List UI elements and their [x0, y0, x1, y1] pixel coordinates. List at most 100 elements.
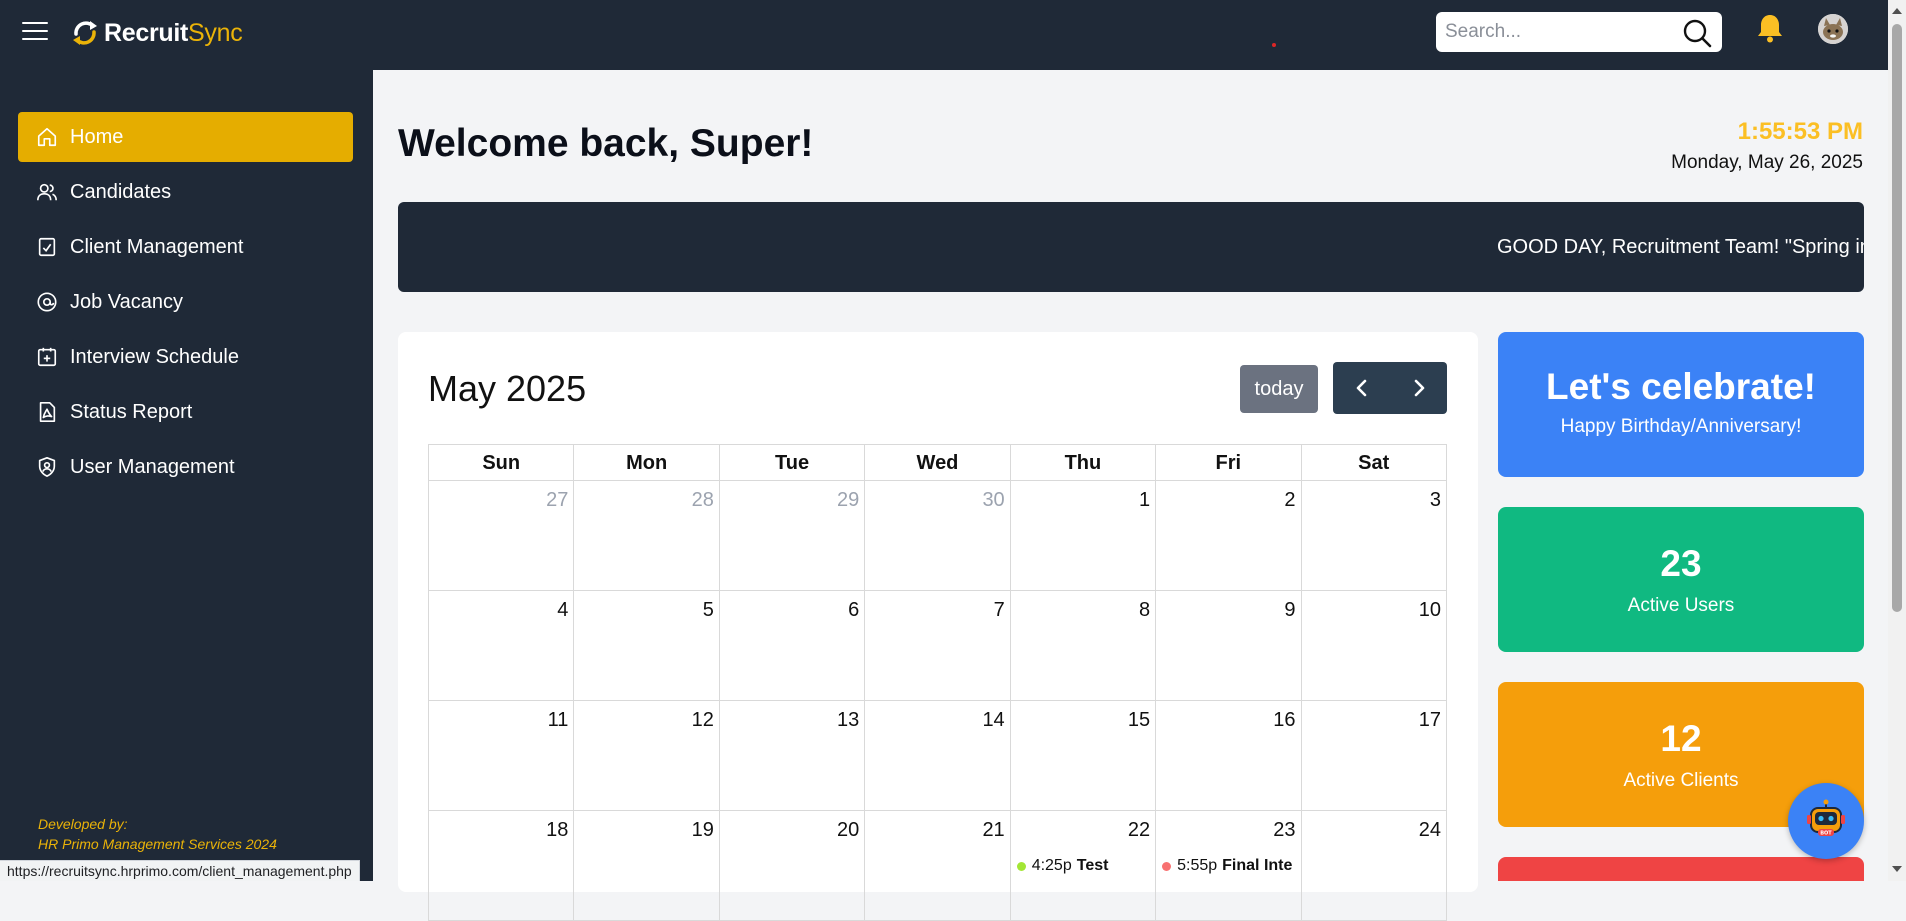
chevron-left-icon — [1356, 379, 1366, 397]
file-report-icon — [39, 402, 56, 422]
sidebar-item-home[interactable]: Home — [18, 112, 353, 162]
day-cell[interactable]: 15 — [1010, 701, 1157, 811]
weekday-header: Thu — [1010, 445, 1157, 481]
logo-text-light: Sync — [188, 18, 243, 47]
day-cell[interactable]: 18 — [429, 811, 575, 921]
day-number[interactable]: 2 — [1284, 489, 1295, 512]
day-cell[interactable]: 4 — [429, 591, 575, 701]
sidebar-item-label: Candidates — [70, 180, 172, 203]
day-number[interactable]: 9 — [1284, 599, 1295, 622]
day-cell[interactable]: 30 — [865, 481, 1011, 591]
scrollbar-thumb[interactable] — [1892, 24, 1902, 612]
day-cell[interactable]: 23 5:55p Final Inte — [1156, 811, 1302, 921]
day-cell[interactable]: 28 — [574, 481, 720, 591]
sidebar-item-user-management[interactable]: User Management — [18, 442, 353, 492]
robot-icon: BOT — [1807, 799, 1845, 837]
sidebar-item-job-vacancy[interactable]: Job Vacancy — [18, 277, 353, 327]
day-cell[interactable]: 17 — [1301, 701, 1447, 811]
day-number[interactable]: 22 — [1128, 819, 1150, 842]
chevron-right-icon — [1414, 379, 1424, 397]
day-number[interactable]: 15 — [1128, 709, 1150, 732]
day-cell[interactable]: 5 — [574, 591, 720, 701]
day-cell[interactable]: 27 — [429, 481, 575, 591]
day-cell[interactable]: 20 — [719, 811, 866, 921]
day-number[interactable]: 27 — [546, 489, 568, 512]
event-time: 4:25p — [1031, 857, 1072, 874]
day-cell[interactable]: 2 — [1156, 481, 1302, 591]
day-number[interactable]: 1 — [1139, 489, 1150, 512]
day-cell[interactable]: 3 — [1301, 481, 1447, 591]
active-users-count: 23 — [1660, 543, 1702, 584]
app-logo[interactable]: Recruit Sync — [70, 18, 243, 48]
day-number[interactable]: 12 — [692, 709, 714, 732]
menu-toggle-icon[interactable] — [22, 22, 48, 40]
avatar[interactable] — [1818, 14, 1848, 44]
event-dot — [1016, 861, 1026, 871]
celebration-card[interactable]: Let's celebrate! Happy Birthday/Annivers… — [1498, 332, 1864, 477]
sidebar-item-label: Status Report — [70, 400, 193, 423]
day-number[interactable]: 23 — [1273, 819, 1295, 842]
day-number[interactable]: 29 — [837, 489, 859, 512]
day-cell[interactable]: 12 — [574, 701, 720, 811]
day-number[interactable]: 28 — [692, 489, 714, 512]
day-number[interactable]: 7 — [994, 599, 1005, 622]
scroll-up-arrow-icon[interactable] — [1892, 8, 1902, 14]
day-cell[interactable]: 29 — [719, 481, 866, 591]
calendar-event[interactable]: 5:55p Final Inte — [1162, 857, 1300, 875]
search-icon[interactable] — [1682, 18, 1712, 48]
day-number[interactable]: 21 — [982, 819, 1004, 842]
bell-icon[interactable] — [1756, 13, 1784, 43]
day-number[interactable]: 4 — [557, 599, 568, 622]
day-cell[interactable]: 22 4:25p Test — [1010, 811, 1157, 921]
day-number[interactable]: 6 — [848, 599, 859, 622]
day-cell[interactable]: 19 — [574, 811, 720, 921]
day-cell[interactable]: 13 — [719, 701, 866, 811]
day-number[interactable]: 17 — [1419, 709, 1441, 732]
day-cell[interactable]: 16 — [1156, 701, 1302, 811]
sidebar-item-status-report[interactable]: Status Report — [18, 387, 353, 437]
sidebar-item-candidates[interactable]: Candidates — [18, 167, 353, 217]
stat-card-partial[interactable] — [1498, 857, 1864, 881]
search-box — [1436, 12, 1722, 52]
chatbot-button[interactable]: BOT — [1788, 783, 1864, 859]
day-number[interactable]: 8 — [1139, 599, 1150, 622]
sidebar-item-client-management[interactable]: Client Management — [18, 222, 353, 272]
day-cell[interactable]: 1 — [1010, 481, 1157, 591]
calendar-week-row: 11 12 13 14 15 16 17 — [429, 701, 1447, 811]
day-number[interactable]: 18 — [546, 819, 568, 842]
scroll-down-arrow-icon[interactable] — [1892, 866, 1902, 872]
active-users-card[interactable]: 23 Active Users — [1498, 507, 1864, 652]
day-number[interactable]: 30 — [982, 489, 1004, 512]
day-cell[interactable]: 24 — [1301, 811, 1447, 921]
day-number[interactable]: 20 — [837, 819, 859, 842]
user-avatar-icon — [1818, 14, 1848, 44]
calendar-event[interactable]: 4:25p Test — [1016, 857, 1155, 875]
home-icon — [37, 127, 57, 147]
day-cell[interactable]: 14 — [865, 701, 1011, 811]
day-cell[interactable]: 7 — [865, 591, 1011, 701]
page-title: Welcome back, Super! — [398, 122, 814, 165]
day-number[interactable]: 3 — [1430, 489, 1441, 512]
today-button[interactable]: today — [1240, 365, 1318, 413]
day-number[interactable]: 24 — [1419, 819, 1441, 842]
page-scrollbar[interactable] — [1888, 0, 1906, 881]
day-cell[interactable]: 9 — [1156, 591, 1302, 701]
sidebar-item-interview-schedule[interactable]: Interview Schedule — [18, 332, 353, 382]
day-cell[interactable]: 11 — [429, 701, 575, 811]
day-number[interactable]: 13 — [837, 709, 859, 732]
day-number[interactable]: 14 — [982, 709, 1004, 732]
day-number[interactable]: 16 — [1273, 709, 1295, 732]
day-number[interactable]: 10 — [1419, 599, 1441, 622]
day-cell[interactable]: 10 — [1301, 591, 1447, 701]
day-cell[interactable]: 21 — [865, 811, 1011, 921]
prev-month-button[interactable] — [1333, 362, 1390, 414]
day-number[interactable]: 19 — [692, 819, 714, 842]
top-header: Recruit Sync — [0, 0, 1888, 70]
search-input[interactable] — [1436, 15, 1666, 49]
calendar-week-row: 27 28 29 30 1 2 3 — [429, 481, 1447, 591]
day-cell[interactable]: 8 — [1010, 591, 1157, 701]
next-month-button[interactable] — [1390, 362, 1447, 414]
day-number[interactable]: 11 — [548, 709, 569, 732]
day-cell[interactable]: 6 — [719, 591, 866, 701]
day-number[interactable]: 5 — [703, 599, 714, 622]
